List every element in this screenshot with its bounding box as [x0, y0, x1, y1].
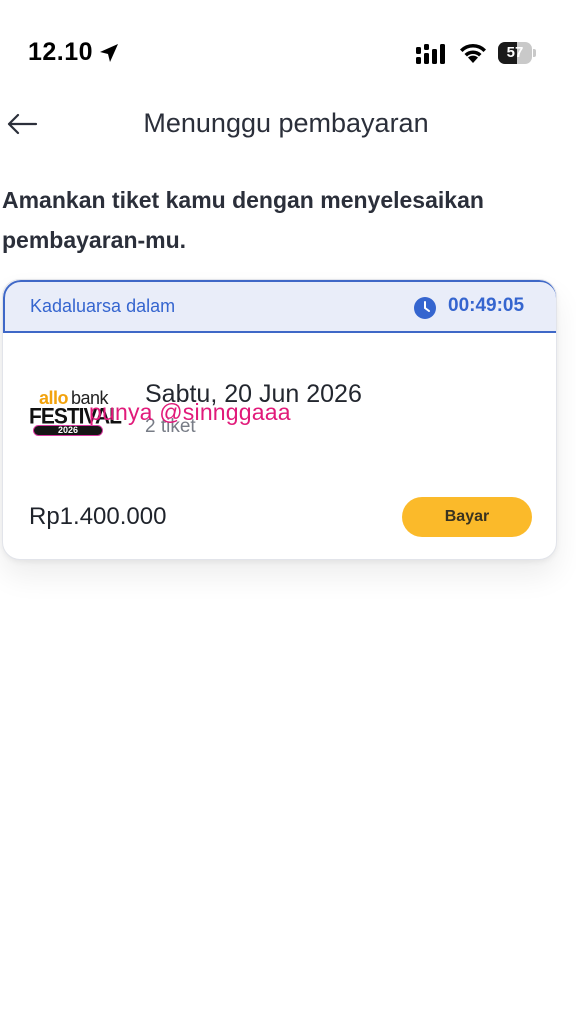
wifi-icon — [460, 43, 486, 63]
battery-percentage: 57 — [506, 44, 524, 61]
battery-indicator: 57 — [498, 42, 536, 64]
expiry-banner: Kadaluarsa dalam 00:49:05 — [3, 280, 556, 333]
logo-year-badge: 2026 — [33, 425, 103, 436]
order-price: Rp1.400.000 — [29, 503, 167, 530]
clock-icon — [414, 297, 436, 319]
cellular-signal-icon — [416, 44, 445, 64]
pay-button[interactable]: Bayar — [402, 497, 532, 537]
status-bar: 12.10 57 — [0, 0, 576, 100]
watermark-text: punya @sinnggaaa — [89, 399, 291, 425]
page-title: Menunggu pembayaran — [143, 108, 429, 138]
status-time: 12.10 — [28, 38, 94, 66]
expiry-label: Kadaluarsa dalam — [30, 296, 176, 316]
instruction-text: Amankan tiket kamu dengan menyelesaikan … — [2, 187, 484, 253]
app-header: Menunggu pembayaran — [0, 100, 576, 150]
location-arrow-icon — [100, 44, 118, 62]
expiry-countdown: 00:49:05 — [448, 295, 525, 316]
pending-order-card[interactable]: Kadaluarsa dalam 00:49:05 allo bank FEST… — [2, 279, 557, 560]
